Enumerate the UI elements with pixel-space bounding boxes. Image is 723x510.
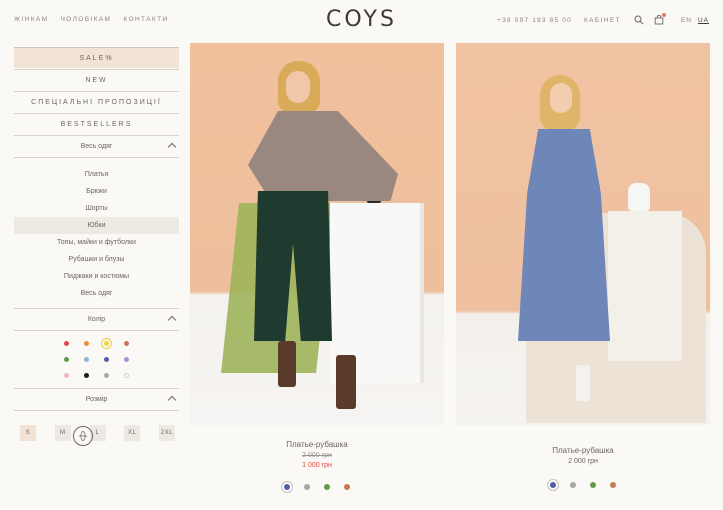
product-photo-boot <box>576 365 590 401</box>
product-price: 1 000 грн <box>302 462 332 469</box>
size-options: S M L XL 2XL <box>14 411 179 441</box>
color-filter-label: Колір <box>87 316 106 323</box>
chevron-up-icon <box>167 315 177 325</box>
bestsellers-button[interactable]: BESTSELLERS <box>14 113 179 135</box>
product-photo[interactable] <box>190 43 444 425</box>
chevron-up-icon <box>167 395 177 405</box>
color-swatch[interactable] <box>63 373 69 378</box>
color-swatch[interactable] <box>63 357 69 362</box>
product-price: 2 000 грн <box>568 458 598 465</box>
color-swatch[interactable] <box>63 341 69 346</box>
size-option[interactable]: S <box>20 425 36 441</box>
product-photo-sweater <box>248 111 398 201</box>
product-photo-dress <box>518 129 610 341</box>
product-card[interactable]: Платье-рубашка 2 000 грн <box>456 43 710 488</box>
color-swatch[interactable] <box>100 338 112 349</box>
sale-button[interactable]: SALE% <box>14 47 179 68</box>
product-photo-boot <box>510 361 524 399</box>
category-list: Платья Брюки Шорты Юбки Топы, майки и фу… <box>14 158 179 308</box>
product-photo-face <box>550 83 572 113</box>
product-color-dot[interactable] <box>550 482 556 488</box>
product-info: Платье-рубашка 2 000 грн <box>456 446 710 488</box>
category-item[interactable]: Брюки <box>14 183 179 200</box>
all-clothes-header[interactable]: Весь одяг <box>14 135 179 158</box>
site-header: ЖІНКАМ ЧОЛОВІКАМ КОНТАКТИ COYS +38 097 1… <box>0 0 723 42</box>
product-color-options <box>456 482 710 488</box>
product-old-price: 2 000 грн <box>302 452 332 459</box>
product-card[interactable]: Платье-рубашка 2 000 грн 1 000 грн <box>190 43 444 490</box>
product-color-dot[interactable] <box>590 482 596 488</box>
color-swatch[interactable] <box>103 357 109 362</box>
product-name[interactable]: Платье-рубашка <box>456 446 710 455</box>
cart-badge <box>661 13 666 17</box>
category-item[interactable]: Платья <box>14 166 179 183</box>
lang-ua[interactable]: UA <box>698 17 709 24</box>
product-color-dot[interactable] <box>324 484 330 490</box>
color-swatch[interactable] <box>123 357 129 362</box>
product-color-options <box>190 484 444 490</box>
category-item[interactable]: Топы, майки и футболки <box>14 234 179 251</box>
color-swatch[interactable] <box>83 357 89 362</box>
color-swatch-grid <box>14 331 179 388</box>
category-item[interactable]: Весь одяг <box>14 285 179 302</box>
category-item[interactable]: Пиджаки и костюмы <box>14 268 179 285</box>
color-swatch[interactable] <box>83 373 89 378</box>
header-actions: +38 097 193 85 00 КАБІНЕТ EN UA <box>497 13 709 26</box>
brand-emblem-icon <box>73 426 93 446</box>
filter-sidebar: SALE% NEW СПЕЦІАЛЬНІ ПРОПОЗИЦІЇ BESTSELL… <box>14 47 179 441</box>
product-color-dot[interactable] <box>344 484 350 490</box>
product-name[interactable]: Платье-рубашка <box>190 440 444 449</box>
special-offers-button[interactable]: СПЕЦІАЛЬНІ ПРОПОЗИЦІЇ <box>14 91 179 113</box>
size-option[interactable]: 2XL <box>159 425 175 441</box>
product-photo-plinth <box>608 211 682 361</box>
cart-icon[interactable] <box>653 13 666 26</box>
size-option[interactable]: XL <box>124 425 141 441</box>
size-option[interactable]: M <box>54 425 71 441</box>
color-swatch[interactable] <box>103 373 109 378</box>
color-filter-header[interactable]: Колір <box>14 308 179 331</box>
product-photo-vase <box>628 183 650 211</box>
product-color-dot[interactable] <box>304 484 310 490</box>
color-swatch[interactable] <box>83 341 89 346</box>
color-swatch[interactable] <box>123 373 129 378</box>
lang-en[interactable]: EN <box>681 17 692 24</box>
product-photo-boot <box>336 355 356 409</box>
product-color-dot[interactable] <box>570 482 576 488</box>
cabinet-link[interactable]: КАБІНЕТ <box>584 17 621 24</box>
product-photo[interactable] <box>456 43 710 425</box>
phone-number[interactable]: +38 097 193 85 00 <box>497 17 572 24</box>
product-photo-boot <box>278 341 296 387</box>
product-color-dot[interactable] <box>284 484 290 490</box>
all-clothes-label: Весь одяг <box>80 143 113 150</box>
color-swatch[interactable] <box>123 341 129 346</box>
product-info: Платье-рубашка 2 000 грн 1 000 грн <box>190 440 444 490</box>
size-filter-label: Розмір <box>85 396 108 403</box>
category-item[interactable]: Шорты <box>14 200 179 217</box>
category-item[interactable]: Рубашки и блузы <box>14 251 179 268</box>
category-item-active[interactable]: Юбки <box>14 217 179 234</box>
size-filter-header[interactable]: Розмір <box>14 388 179 411</box>
chevron-up-icon <box>167 142 177 152</box>
new-button[interactable]: NEW <box>14 69 179 91</box>
product-photo-face <box>286 71 310 103</box>
search-icon[interactable] <box>633 14 645 26</box>
product-color-dot[interactable] <box>610 482 616 488</box>
